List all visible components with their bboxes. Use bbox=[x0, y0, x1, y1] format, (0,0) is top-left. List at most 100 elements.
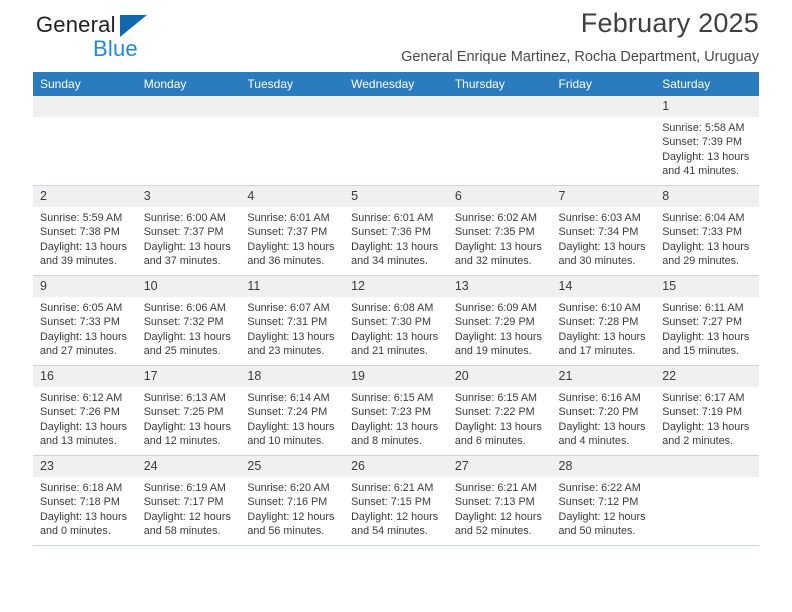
day-cell[interactable]: 25 Sunrise: 6:20 AM Sunset: 7:16 PM Dayligh… bbox=[240, 455, 345, 546]
daylight-text-line2: and 15 minutes. bbox=[662, 345, 740, 358]
day-number: 28 bbox=[551, 456, 656, 477]
day-cell[interactable]: 23 Sunrise: 6:18 AM Sunset: 7:18 PM Dayligh… bbox=[33, 455, 137, 546]
day-cell[interactable]: 18 Sunrise: 6:14 AM Sunset: 7:24 PM Dayligh… bbox=[240, 365, 345, 456]
logo-text-general: General bbox=[36, 12, 116, 37]
day-cell[interactable]: 24 Sunrise: 6:19 AM Sunset: 7:17 PM Dayligh… bbox=[136, 455, 241, 546]
day-cell[interactable]: 11 Sunrise: 6:07 AM Sunset: 7:31 PM Dayligh… bbox=[240, 275, 345, 366]
day-number: 7 bbox=[551, 186, 656, 207]
daylight-text-line2: and 52 minutes. bbox=[454, 525, 532, 538]
sunset-text: Sunset: 7:33 PM bbox=[662, 226, 743, 239]
sunset-text: Sunset: 7:16 PM bbox=[247, 496, 328, 509]
day-details: Sunrise: 6:18 AM Sunset: 7:18 PM Daylight:… bbox=[33, 477, 137, 539]
daylight-text-line1: Daylight: 13 hours bbox=[662, 150, 750, 163]
day-cell[interactable]: 4 Sunrise: 6:01 AM Sunset: 7:37 PM Daylight… bbox=[240, 185, 345, 276]
day-details: Sunrise: 6:08 AM Sunset: 7:30 PM Daylight:… bbox=[344, 297, 448, 359]
sunrise-text: Sunrise: 6:05 AM bbox=[40, 302, 123, 314]
day-number bbox=[655, 456, 759, 477]
day-details: Sunrise: 6:22 AM Sunset: 7:12 PM Daylight:… bbox=[552, 477, 656, 539]
day-cell[interactable]: 12 Sunrise: 6:08 AM Sunset: 7:30 PM Dayligh… bbox=[344, 275, 448, 366]
daylight-text-line2: and 27 minutes. bbox=[40, 345, 117, 358]
day-cell[interactable]: 16 Sunrise: 6:12 AM Sunset: 7:26 PM Dayligh… bbox=[33, 365, 137, 456]
sunrise-text: Sunrise: 5:58 AM bbox=[662, 122, 745, 134]
weekday-header-tuesday: Tuesday bbox=[240, 72, 345, 96]
day-number bbox=[344, 96, 448, 117]
day-cell[interactable]: 22 Sunrise: 6:17 AM Sunset: 7:19 PM Dayligh… bbox=[655, 365, 759, 456]
daylight-text-line1: Daylight: 13 hours bbox=[454, 330, 542, 343]
daylight-text-line1: Daylight: 13 hours bbox=[662, 330, 750, 343]
day-cell[interactable]: 27 Sunrise: 6:21 AM Sunset: 7:13 PM Dayligh… bbox=[447, 455, 552, 546]
day-cell[interactable]: 21 Sunrise: 6:16 AM Sunset: 7:20 PM Dayligh… bbox=[551, 365, 656, 456]
day-details: Sunrise: 6:01 AM Sunset: 7:37 PM Daylight:… bbox=[240, 207, 344, 269]
day-cell[interactable]: 15 Sunrise: 6:11 AM Sunset: 7:27 PM Dayligh… bbox=[655, 275, 759, 366]
sunrise-text: Sunrise: 6:21 AM bbox=[454, 482, 538, 494]
sunrise-text: Sunrise: 6:22 AM bbox=[558, 482, 641, 494]
day-number: 16 bbox=[33, 366, 137, 387]
sunset-text: Sunset: 7:26 PM bbox=[40, 406, 120, 419]
weekday-header-thursday: Thursday bbox=[447, 72, 552, 96]
sunrise-text: Sunrise: 6:21 AM bbox=[351, 482, 434, 494]
day-number: 13 bbox=[447, 276, 552, 297]
daylight-text-line2: and 23 minutes. bbox=[247, 345, 325, 358]
daylight-text-line2: and 13 minutes. bbox=[40, 435, 117, 448]
calendar-week-row: 1 Sunrise: 5:58 AM Sunset: 7:39 PM Daylight… bbox=[33, 96, 759, 186]
daylight-text-line2: and 0 minutes. bbox=[40, 525, 111, 538]
day-cell[interactable]: 28 Sunrise: 6:22 AM Sunset: 7:12 PM Dayligh… bbox=[551, 455, 656, 546]
day-details: Sunrise: 6:10 AM Sunset: 7:28 PM Daylight:… bbox=[552, 297, 656, 359]
day-number: 6 bbox=[447, 186, 552, 207]
sunset-text: Sunset: 7:32 PM bbox=[143, 316, 224, 329]
day-cell[interactable]: 7 Sunrise: 6:03 AM Sunset: 7:34 PM Daylight… bbox=[551, 185, 656, 276]
day-cell[interactable]: 8 Sunrise: 6:04 AM Sunset: 7:33 PM Daylight… bbox=[655, 185, 759, 276]
daylight-text-line2: and 54 minutes. bbox=[351, 525, 428, 538]
day-cell[interactable]: 9 Sunrise: 6:05 AM Sunset: 7:33 PM Daylight… bbox=[33, 275, 137, 366]
generalblue-logo[interactable]: General Blue bbox=[36, 12, 236, 66]
sunset-text: Sunset: 7:24 PM bbox=[247, 406, 328, 419]
day-cell-empty bbox=[33, 96, 137, 186]
day-cell[interactable]: 13 Sunrise: 6:09 AM Sunset: 7:29 PM Dayligh… bbox=[447, 275, 552, 366]
day-cell-empty bbox=[136, 96, 241, 186]
page-header: General Blue February 2025 General Enriq… bbox=[33, 0, 759, 72]
day-number bbox=[551, 96, 656, 117]
day-number bbox=[240, 96, 345, 117]
day-cell[interactable]: 17 Sunrise: 6:13 AM Sunset: 7:25 PM Dayligh… bbox=[136, 365, 241, 456]
day-cell[interactable]: 20 Sunrise: 6:15 AM Sunset: 7:22 PM Dayligh… bbox=[447, 365, 552, 456]
day-cell[interactable]: 14 Sunrise: 6:10 AM Sunset: 7:28 PM Dayligh… bbox=[551, 275, 656, 366]
day-cell[interactable]: 3 Sunrise: 6:00 AM Sunset: 7:37 PM Daylight… bbox=[136, 185, 241, 276]
daylight-text-line2: and 10 minutes. bbox=[247, 435, 325, 448]
daylight-text-line2: and 37 minutes. bbox=[143, 255, 221, 268]
day-cell[interactable]: 2 Sunrise: 5:59 AM Sunset: 7:38 PM Daylight… bbox=[33, 185, 137, 276]
daylight-text-line2: and 32 minutes. bbox=[454, 255, 532, 268]
daylight-text-line1: Daylight: 13 hours bbox=[558, 240, 646, 253]
day-number: 3 bbox=[136, 186, 241, 207]
daylight-text-line1: Daylight: 13 hours bbox=[40, 420, 128, 433]
day-cell[interactable]: 6 Sunrise: 6:02 AM Sunset: 7:35 PM Daylight… bbox=[447, 185, 552, 276]
sunset-text: Sunset: 7:28 PM bbox=[558, 316, 639, 329]
day-details: Sunrise: 6:19 AM Sunset: 7:17 PM Daylight:… bbox=[137, 477, 241, 539]
day-cell[interactable]: 1 Sunrise: 5:58 AM Sunset: 7:39 PM Daylight… bbox=[655, 96, 759, 186]
day-cell[interactable]: 10 Sunrise: 6:06 AM Sunset: 7:32 PM Dayligh… bbox=[136, 275, 241, 366]
day-number: 8 bbox=[655, 186, 759, 207]
sunrise-text: Sunrise: 6:16 AM bbox=[558, 392, 641, 404]
day-number: 17 bbox=[136, 366, 241, 387]
day-details: Sunrise: 6:06 AM Sunset: 7:32 PM Daylight:… bbox=[137, 297, 241, 359]
sunrise-text: Sunrise: 6:07 AM bbox=[247, 302, 330, 314]
day-cell[interactable]: 26 Sunrise: 6:21 AM Sunset: 7:15 PM Dayligh… bbox=[344, 455, 448, 546]
day-details: Sunrise: 5:58 AM Sunset: 7:39 PM Daylight:… bbox=[655, 117, 759, 179]
day-number: 18 bbox=[240, 366, 345, 387]
day-number: 15 bbox=[655, 276, 759, 297]
day-number: 22 bbox=[655, 366, 759, 387]
day-cell-empty bbox=[447, 96, 552, 186]
triangle-icon bbox=[120, 15, 147, 37]
daylight-text-line2: and 8 minutes. bbox=[351, 435, 422, 448]
day-number: 9 bbox=[33, 276, 137, 297]
sunset-text: Sunset: 7:35 PM bbox=[454, 226, 535, 239]
weekday-header-monday: Monday bbox=[136, 72, 241, 96]
daylight-text-line1: Daylight: 13 hours bbox=[351, 240, 439, 253]
day-number: 14 bbox=[551, 276, 656, 297]
sunrise-text: Sunrise: 6:20 AM bbox=[247, 482, 330, 494]
day-details: Sunrise: 6:09 AM Sunset: 7:29 PM Daylight:… bbox=[448, 297, 552, 359]
day-cell[interactable]: 5 Sunrise: 6:01 AM Sunset: 7:36 PM Daylight… bbox=[344, 185, 448, 276]
page-title: February 2025 bbox=[580, 8, 759, 38]
day-cell[interactable]: 19 Sunrise: 6:15 AM Sunset: 7:23 PM Dayligh… bbox=[344, 365, 448, 456]
weekday-header-wednesday: Wednesday bbox=[344, 72, 448, 96]
sunset-text: Sunset: 7:23 PM bbox=[351, 406, 431, 419]
